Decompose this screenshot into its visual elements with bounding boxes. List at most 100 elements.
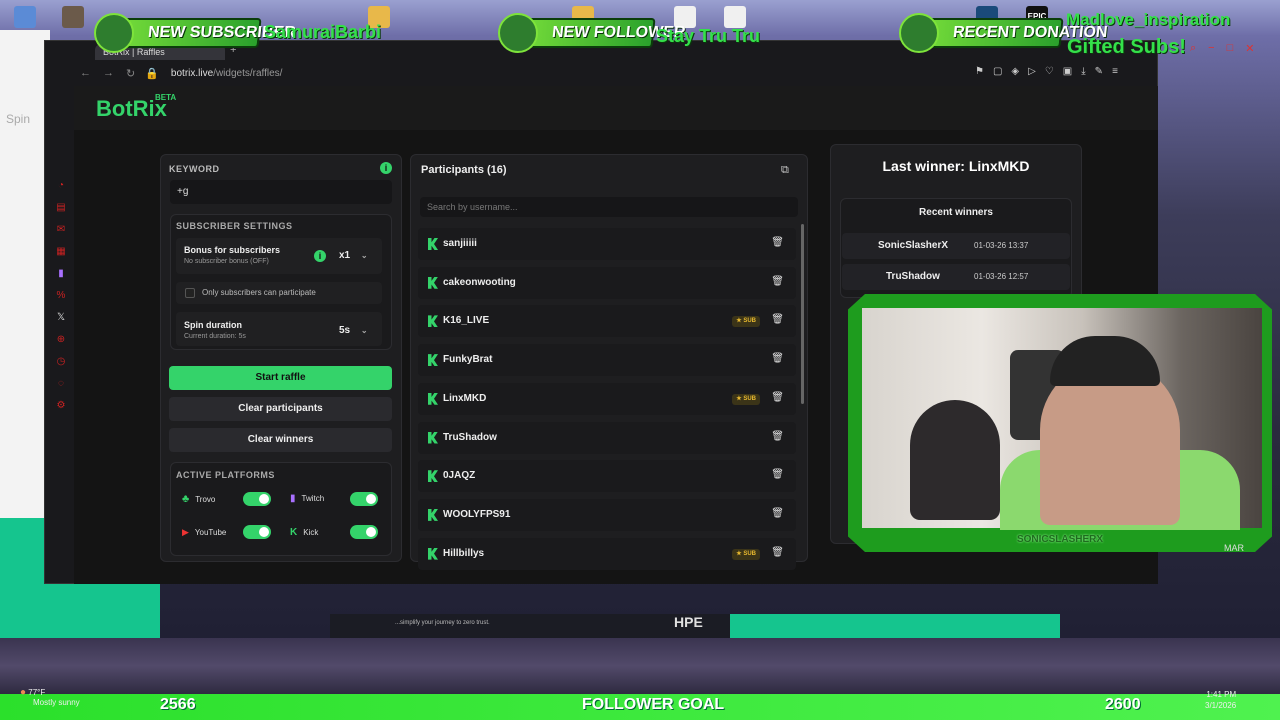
trash-icon[interactable]: 🗑 [771,431,784,442]
trash-icon[interactable]: 🗑 [771,314,784,325]
platform-kick: K Kick [290,527,318,538]
back-icon[interactable]: ← [80,67,91,79]
youtube-toggle[interactable] [243,525,271,539]
participant-scrollbar[interactable] [801,224,804,404]
subscriber-settings-title: SUBSCRIBER SETTINGS [176,221,293,231]
trash-icon[interactable]: 🗑 [771,276,784,287]
trash-icon[interactable]: 🗑 [771,392,784,403]
participant-row: LinxMKD ★ SUB 🗑 [418,382,796,415]
trovo-icon: ♣ [182,493,190,505]
platform-label: Twitch [301,494,325,503]
url-text[interactable]: botrix.live/widgets/raffles/ [171,68,283,79]
desktop-app-icon[interactable] [62,6,84,28]
nav-clock-icon[interactable]: ◷ [55,356,67,370]
nav-chat-icon[interactable]: ◌ [55,378,67,392]
kick-icon [428,508,438,521]
nav-bot-icon[interactable]: ▤ [55,202,67,216]
trash-icon[interactable]: 🗑 [771,547,784,558]
trash-icon[interactable]: 🗑 [771,353,784,364]
trovo-toggle[interactable] [243,492,271,506]
participant-name: Hillbillys [443,547,485,559]
background-panel [730,614,1060,638]
platform-trovo: ♣ Trovo [182,493,215,505]
only-subs-checkbox[interactable] [185,288,195,298]
info-icon[interactable]: i [314,250,326,262]
file-icon[interactable] [724,6,746,28]
keyword-input[interactable]: +g [170,180,392,204]
ai-icon[interactable]: ✎ [1095,66,1103,77]
platform-label: Kick [303,528,319,537]
menu-icon[interactable]: ≡ [1112,66,1118,77]
weather-widget[interactable]: ● 77°F Mostly sunny [20,688,80,708]
nav-doc-icon[interactable]: ▦ [55,246,67,260]
nav-percent-icon[interactable]: % [55,290,67,304]
maximize-icon[interactable]: □ [1227,42,1234,55]
goal-end: 2600 [1105,696,1141,713]
sub-badge-label: SUB [743,318,756,325]
participant-name: LinxMKD [443,392,487,404]
nav-mail-icon[interactable]: ✉ [55,224,67,238]
copy-icon[interactable]: ⧉ [781,164,789,177]
play-icon[interactable]: ▷ [1028,66,1036,77]
info-icon[interactable]: i [380,162,392,174]
wallet-icon[interactable]: ▣ [1063,66,1072,77]
download-icon[interactable]: ⤓ [1081,66,1085,77]
participant-name: 0JAQZ [443,470,476,482]
close-icon[interactable]: ✕ [1245,42,1254,55]
spin-dropdown[interactable]: 5s ⌄ [339,325,368,336]
recycle-bin-icon[interactable] [14,6,36,28]
alert-name: SamuraiBarbi [264,22,382,42]
participant-name: FunkyBrat [443,354,493,366]
alert-name: Madlove_inspiration [1066,10,1231,29]
last-winner: Last winner: LinxMKD [882,158,1030,174]
nav-settings-icon[interactable]: ⚙ [55,400,67,414]
pin-icon[interactable]: ⚑ [975,66,984,77]
nav-dashboard-icon[interactable]: ◔ [55,180,67,194]
kick-icon [428,392,438,405]
trash-icon[interactable]: 🗑 [771,469,784,480]
start-raffle-button[interactable]: Start raffle [169,366,392,390]
heart-icon[interactable]: ♡ [1045,66,1054,77]
sub-badge-label: SUB [743,395,756,402]
recent-winners-title: Recent winners [919,207,993,218]
reload-icon[interactable]: ↻ [126,67,135,80]
clear-participants-button[interactable]: Clear participants [169,397,392,421]
taskbar-clock[interactable]: 1:41 PM 3/1/2026 [1205,689,1236,711]
participant-name: sanjiiiii [443,238,477,249]
webcam-person [910,400,1000,520]
background-scene [0,638,1280,694]
minimize-icon[interactable]: − [1208,42,1214,55]
forward-icon[interactable]: → [103,67,114,79]
spin-subtitle: Current duration: 5s [184,333,246,340]
background-window [0,30,50,520]
winner-name: TruShadow [886,271,940,282]
participant-row: FunkyBrat 🗑 [418,344,796,377]
chevron-down-icon: ⌄ [360,326,368,335]
nav-twitch-icon[interactable]: ▮ [55,268,67,282]
sub-badge-label: SUB [743,550,756,557]
bonus-value: x1 [339,250,351,261]
clear-winners-button[interactable]: Clear winners [169,428,392,452]
nav-x-icon[interactable]: 𝕏 [55,312,67,326]
bonus-subtitle: No subscriber bonus (OFF) [184,258,269,265]
webcam-label: SONICSLASHERX [1016,534,1104,545]
twitch-toggle[interactable] [350,492,378,506]
nav-plus-icon[interactable]: ⊕ [55,334,67,348]
participant-search-input[interactable]: Search by username... [420,197,798,217]
participant-row: sanjiiiii 🗑 [418,228,796,260]
kick-icon [428,238,438,250]
search-icon[interactable]: ⌕ [1190,42,1196,55]
winner-time: 01-03-26 12:57 [974,272,1029,281]
kick-icon [428,315,438,328]
participant-row: TruShadow 🗑 [418,421,796,454]
trash-icon[interactable]: 🗑 [771,508,784,519]
bonus-dropdown[interactable]: x1 ⌄ [339,250,368,261]
url-path: /widgets/raffles/ [213,67,283,79]
participant-row: K16_LIVE ★ SUB 🗑 [418,305,796,338]
screenshot-icon[interactable]: ▢ [993,66,1002,77]
kick-toggle[interactable] [350,525,378,539]
trash-icon[interactable]: 🗑 [771,237,784,248]
spin-title: Spin duration [184,320,242,330]
alert-mascot-icon [899,13,939,53]
shield-icon[interactable]: ◈ [1011,66,1019,77]
